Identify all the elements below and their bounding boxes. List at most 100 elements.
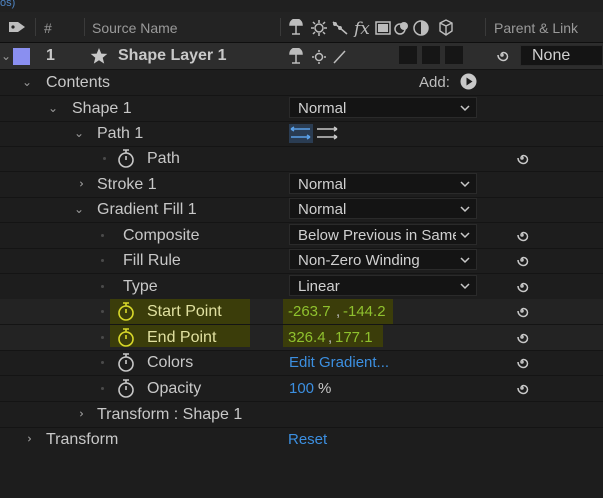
layer-index: 1 (46, 47, 55, 64)
gradient-fill1-label: Gradient Fill 1 (97, 201, 197, 218)
expression-pick-whip-icon[interactable] (514, 354, 530, 370)
opacity-row[interactable]: Opacity 100 % (0, 376, 603, 402)
path1-expand-chevron-icon[interactable]: ⌄ (73, 127, 85, 139)
timeline-header: # Source Name fx Parent & Link (0, 12, 603, 43)
chevron-down-icon (460, 283, 470, 290)
gradient-fill1-blend-value: Normal (298, 201, 347, 218)
layer-name[interactable]: Shape Layer 1 (118, 47, 227, 65)
colors-row[interactable]: Colors Edit Gradient... (0, 350, 603, 376)
transform-row[interactable]: ⌄ Transform Reset (0, 427, 603, 452)
end-point-row[interactable]: End Point 326.4 , 177.1 (0, 325, 603, 351)
start-point-row[interactable]: Start Point -263.7 , -144.2 (0, 299, 603, 325)
end-point-y[interactable]: 177.1 (335, 329, 373, 346)
tree-dot (101, 361, 104, 364)
start-point-y[interactable]: -144.2 (343, 303, 386, 320)
chevron-down-icon (460, 257, 470, 264)
path-direction-icons[interactable] (289, 124, 341, 144)
gradient-fill1-expand-chevron-icon[interactable]: ⌄ (73, 203, 85, 215)
path-row[interactable]: Path (0, 146, 603, 172)
fill-rule-value: Non-Zero Winding (298, 252, 420, 269)
start-point-comma: , (336, 303, 341, 320)
layer-switch-box[interactable] (399, 46, 417, 64)
shape1-expand-chevron-icon[interactable]: ⌄ (47, 102, 59, 114)
composite-value: Below Previous in Same Group (298, 227, 456, 244)
add-play-icon[interactable] (460, 73, 477, 90)
shape1-label: Shape 1 (72, 100, 132, 117)
composite-dropdown[interactable]: Below Previous in Same Group (289, 224, 477, 245)
type-dropdown[interactable]: Linear (289, 275, 477, 296)
expression-pick-whip-icon[interactable] (514, 227, 530, 243)
opacity-label: Opacity (147, 380, 202, 397)
type-label: Type (123, 278, 158, 295)
expression-pick-whip-icon[interactable] (514, 380, 530, 396)
stopwatch-icon[interactable] (117, 378, 135, 398)
start-point-label: Start Point (147, 303, 222, 320)
fill-rule-dropdown[interactable]: Non-Zero Winding (289, 249, 477, 270)
gradient-fill1-row[interactable]: ⌄ Gradient Fill 1 Normal (0, 197, 603, 223)
stroke1-label: Stroke 1 (97, 176, 157, 193)
expression-pick-whip-icon[interactable] (514, 252, 530, 268)
layer-switch-box[interactable] (445, 46, 463, 64)
tree-dot (101, 310, 104, 313)
colors-label: Colors (147, 354, 194, 371)
column-source-name-header[interactable]: Source Name (92, 20, 178, 36)
contents-expand-chevron-icon[interactable]: ⌄ (21, 76, 33, 88)
fill-rule-label: Fill Rule (123, 252, 181, 269)
chevron-down-icon (460, 232, 470, 239)
stopwatch-icon[interactable] (117, 352, 135, 372)
add-label: Add: (419, 74, 450, 91)
layer-row[interactable]: ⌄ 1 Shape Layer 1 None (0, 43, 603, 70)
contents-row[interactable]: ⌄ Contents Add: (0, 70, 603, 96)
expression-pick-whip-icon[interactable] (514, 303, 530, 319)
shape1-blend-value: Normal (298, 100, 347, 117)
stopwatch-icon[interactable] (117, 301, 135, 321)
expression-pick-whip-icon[interactable] (514, 278, 530, 294)
edit-gradient-link[interactable]: Edit Gradient... (289, 354, 389, 371)
chevron-down-icon (460, 206, 470, 213)
end-point-x[interactable]: 326.4 (288, 329, 326, 346)
stroke1-row[interactable]: ⌄ Stroke 1 Normal (0, 172, 603, 198)
expression-pick-whip-icon[interactable] (514, 150, 530, 166)
type-value: Linear (298, 278, 340, 295)
parent-dropdown-value: None (532, 47, 571, 64)
path1-label: Path 1 (97, 125, 144, 142)
start-point-x[interactable]: -263.7 (288, 303, 331, 320)
top-fragment-text: os) (0, 0, 16, 9)
transform-label: Transform (46, 431, 119, 448)
column-parent-link-header[interactable]: Parent & Link (494, 20, 578, 36)
transform-shape1-label: Transform : Shape 1 (97, 406, 243, 423)
pick-whip-icon[interactable] (494, 47, 510, 63)
end-point-comma: , (328, 329, 333, 346)
reset-link[interactable]: Reset (288, 431, 327, 448)
stopwatch-icon[interactable] (117, 148, 135, 168)
path-label: Path (147, 150, 180, 167)
parent-dropdown[interactable]: None (520, 45, 603, 66)
shape1-row[interactable]: ⌄ Shape 1 Normal (0, 96, 603, 122)
chevron-down-icon (460, 105, 470, 112)
type-row[interactable]: Type Linear (0, 274, 603, 300)
tree-dot (103, 157, 106, 160)
stroke1-expand-chevron-icon[interactable]: ⌄ (72, 178, 86, 190)
transform-expand-chevron-icon[interactable]: ⌄ (20, 433, 34, 445)
transform-shape1-row[interactable]: ⌄ Transform : Shape 1 (0, 402, 603, 428)
switches-header-icons: fx (289, 19, 453, 37)
layer-label-color-swatch[interactable] (13, 48, 30, 65)
stopwatch-icon[interactable] (117, 327, 135, 347)
path1-row[interactable]: ⌄ Path 1 (0, 121, 603, 147)
layer-switches[interactable] (288, 48, 358, 66)
expression-pick-whip-icon[interactable] (514, 329, 530, 345)
layer-expand-chevron-icon[interactable]: ⌄ (0, 50, 12, 62)
stroke1-blend-dropdown[interactable]: Normal (289, 173, 477, 194)
fill-rule-row[interactable]: Fill Rule Non-Zero Winding (0, 248, 603, 274)
layer-switch-box[interactable] (422, 46, 440, 64)
shape1-blend-dropdown[interactable]: Normal (289, 97, 477, 118)
label-tag-icon[interactable] (8, 20, 26, 34)
composite-label: Composite (123, 227, 200, 244)
column-number-header: # (44, 20, 52, 36)
transform-shape1-expand-chevron-icon[interactable]: ⌄ (72, 408, 86, 420)
gradient-fill1-blend-dropdown[interactable]: Normal (289, 198, 477, 219)
composite-row[interactable]: Composite Below Previous in Same Group (0, 223, 603, 249)
stroke1-blend-value: Normal (298, 176, 347, 193)
opacity-value[interactable]: 100 (289, 380, 314, 397)
tree-dot (101, 336, 104, 339)
